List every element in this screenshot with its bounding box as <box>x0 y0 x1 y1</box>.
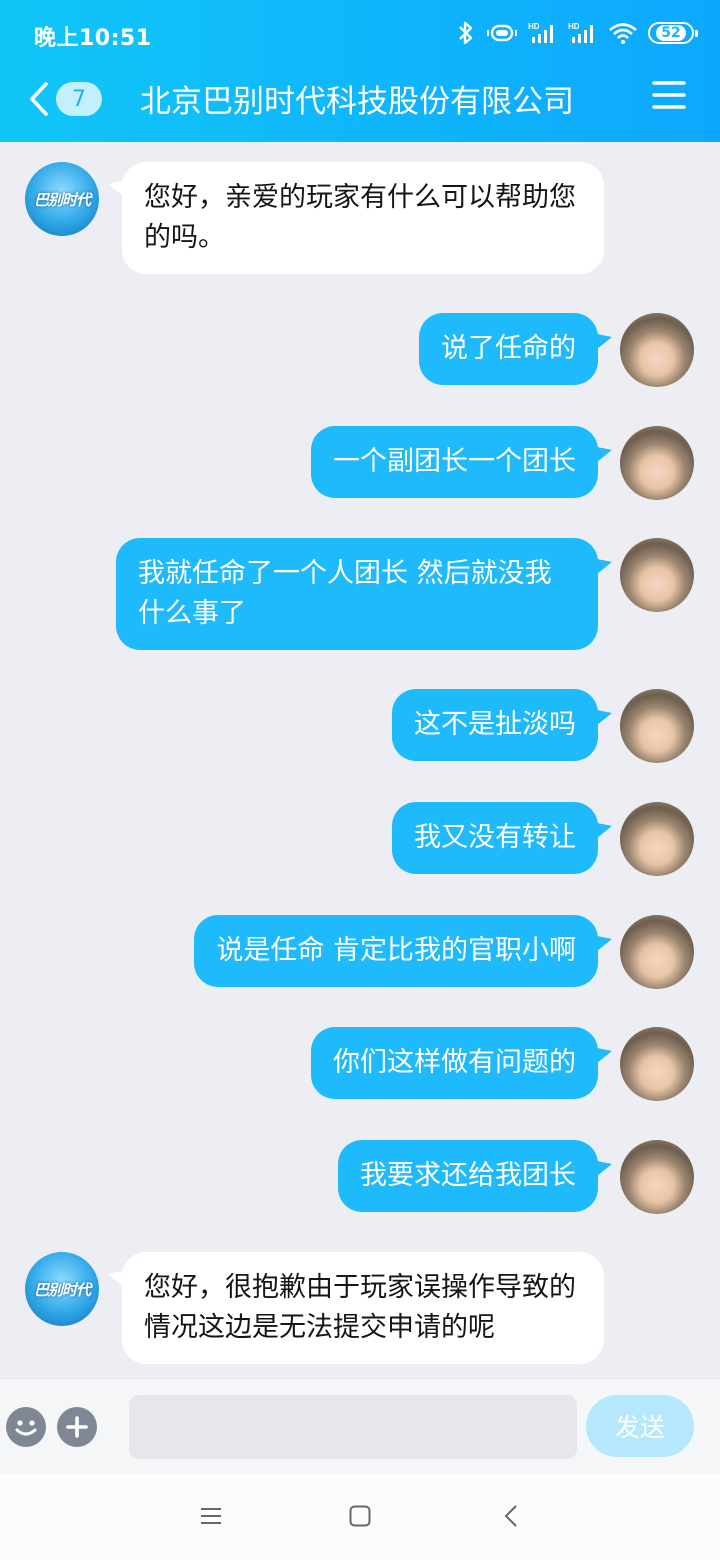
outgoing-message-bubble[interactable]: 我要求还给我团长 <box>338 1140 598 1212</box>
nav-bar: 7 北京巴别时代科技股份有限公司 <box>0 66 720 142</box>
svg-text:HD: HD <box>568 22 580 31</box>
status-time: 晚上10:51 <box>34 26 152 51</box>
outgoing-message-bubble[interactable]: 你们这样做有问题的 <box>311 1027 598 1099</box>
outgoing-message-bubble[interactable]: 我就任命了一个人团长 然后就没我什么事了 <box>116 538 598 650</box>
home-icon[interactable] <box>348 1504 372 1528</box>
battery-level: 52 <box>656 25 686 41</box>
company-avatar[interactable]: 巴别时代 <box>25 162 99 236</box>
user-avatar[interactable] <box>620 426 694 500</box>
user-avatar[interactable] <box>620 538 694 612</box>
outgoing-message-bubble[interactable]: 说是任命 肯定比我的官职小啊 <box>194 915 598 987</box>
user-avatar[interactable] <box>620 915 694 989</box>
hamburger-menu-icon[interactable] <box>652 78 686 112</box>
system-nav-bar <box>0 1474 720 1560</box>
user-avatar[interactable] <box>620 689 694 763</box>
system-back-icon[interactable] <box>500 1504 524 1528</box>
wifi-icon <box>609 23 637 44</box>
incoming-message-bubble[interactable]: 您好，亲爱的玩家有什么可以帮助您的吗。 <box>122 162 604 274</box>
input-bar: 发送 <box>0 1378 720 1474</box>
company-logo-text: 巴别时代 <box>33 1280 91 1299</box>
svg-text:HD: HD <box>528 22 540 31</box>
vibrate-icon <box>487 24 517 42</box>
company-avatar[interactable]: 巴别时代 <box>25 1252 99 1326</box>
back-button[interactable]: 7 <box>28 74 110 124</box>
unread-badge: 7 <box>56 82 102 116</box>
chevron-left-icon <box>30 82 48 116</box>
battery-indicator: 52 <box>648 22 698 44</box>
top-bar: 晚上10:51 HD HD 52 7 北京巴别时代科技股份有限公司 <box>0 0 720 142</box>
status-icons: HD HD 52 <box>456 18 698 48</box>
outgoing-message-bubble[interactable]: 说了任命的 <box>419 313 598 385</box>
recent-apps-icon[interactable] <box>199 1504 223 1528</box>
signal-2-icon: HD <box>568 22 593 43</box>
message-input[interactable] <box>129 1395 577 1459</box>
company-logo-text: 巴别时代 <box>33 190 91 209</box>
send-button[interactable]: 发送 <box>586 1395 694 1457</box>
user-avatar[interactable] <box>620 1027 694 1101</box>
signal-1-icon: HD <box>528 22 553 43</box>
bluetooth-icon <box>459 21 473 45</box>
outgoing-message-bubble[interactable]: 这不是扯淡吗 <box>392 689 598 761</box>
user-avatar[interactable] <box>620 1140 694 1214</box>
plus-icon <box>66 1416 88 1438</box>
chat-title: 北京巴别时代科技股份有限公司 <box>140 84 574 120</box>
message-list[interactable]: 巴别时代 您好，亲爱的玩家有什么可以帮助您的吗。 说了任命的 一个副团长一个团长… <box>0 142 720 1378</box>
user-avatar[interactable] <box>620 802 694 876</box>
status-bar: 晚上10:51 HD HD 52 <box>0 0 720 66</box>
plus-button[interactable] <box>57 1407 97 1447</box>
emoji-button[interactable] <box>6 1407 46 1447</box>
emoji-icon <box>15 1420 37 1436</box>
outgoing-message-bubble[interactable]: 我又没有转让 <box>392 802 598 874</box>
outgoing-message-bubble[interactable]: 一个副团长一个团长 <box>311 426 598 498</box>
incoming-message-bubble[interactable]: 您好，很抱歉由于玩家误操作导致的情况这边是无法提交申请的呢 <box>122 1252 604 1364</box>
user-avatar[interactable] <box>620 313 694 387</box>
